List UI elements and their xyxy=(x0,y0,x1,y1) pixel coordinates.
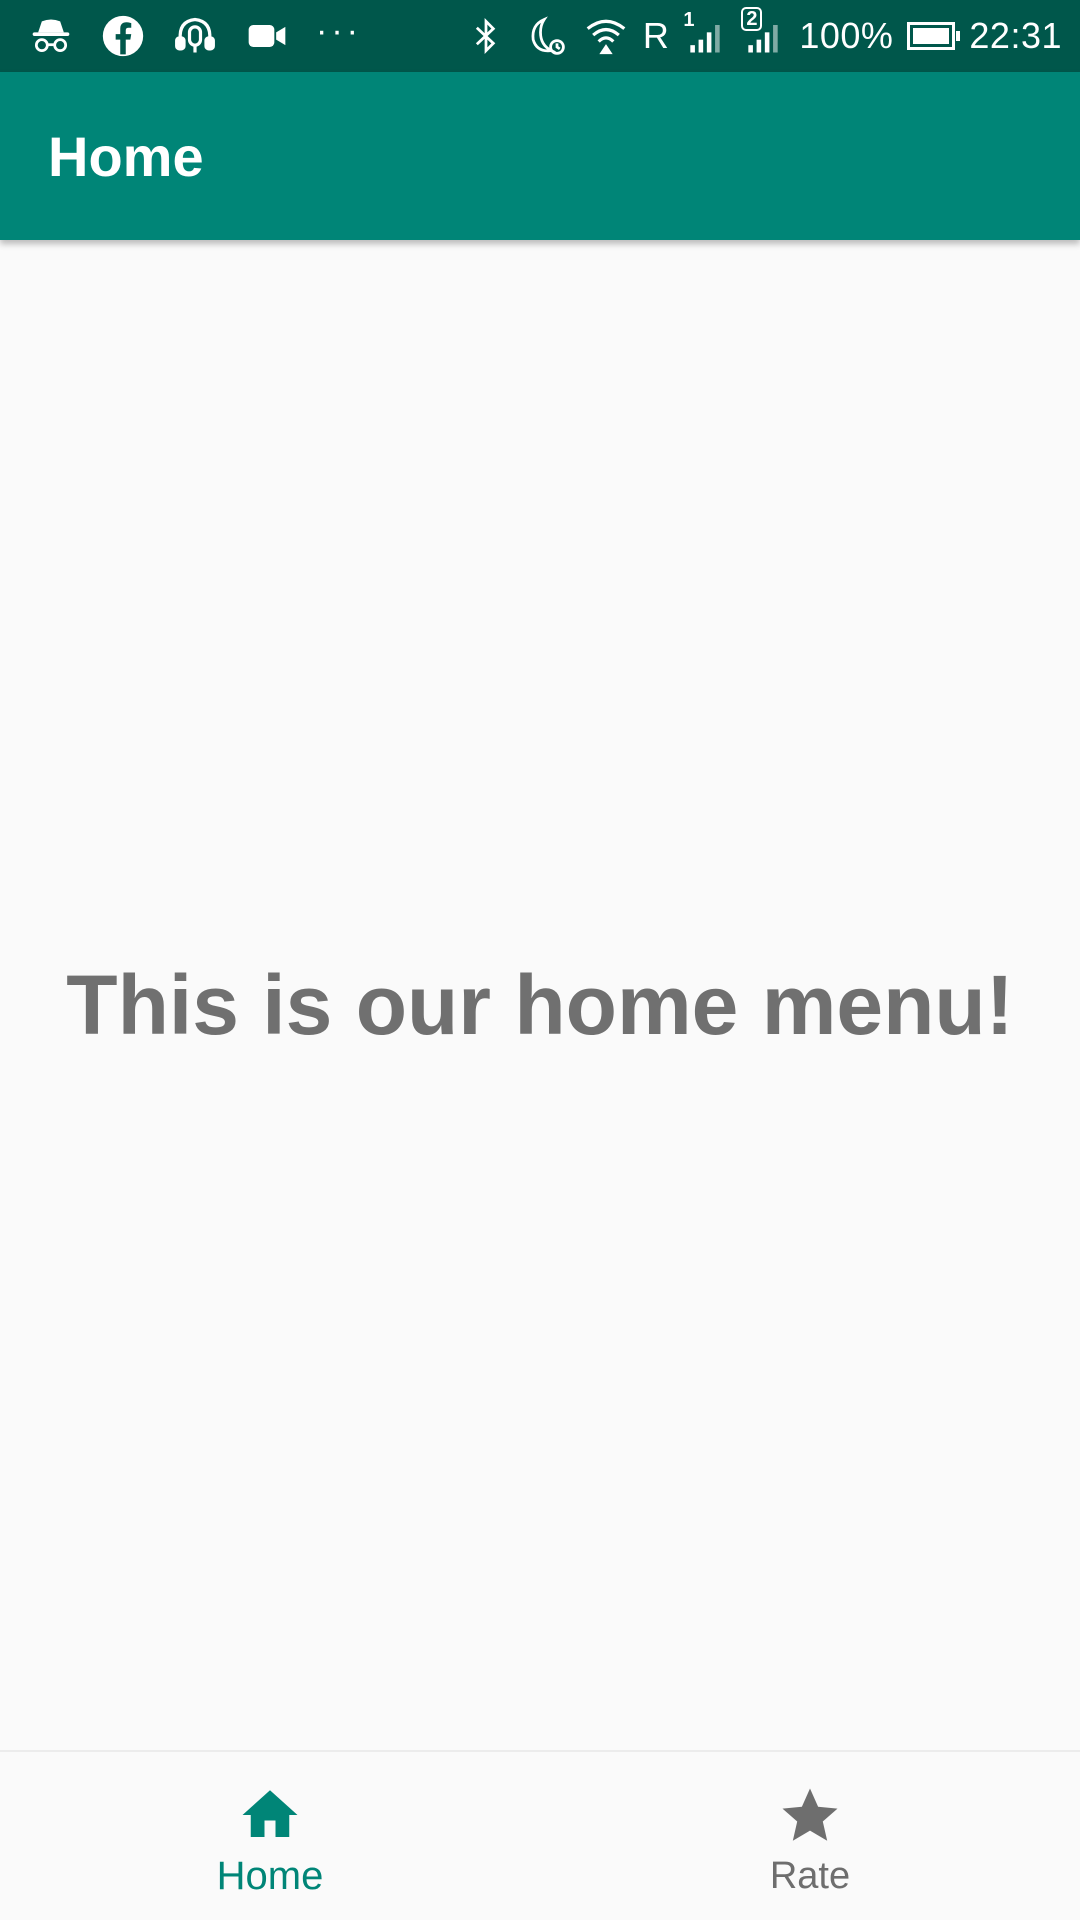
screen: ··· R 1 2 100% 22:31 Home This is our ho… xyxy=(0,0,1080,1920)
wifi-icon xyxy=(583,13,629,59)
sim2-signal-icon: 2 xyxy=(741,7,785,59)
do-not-disturb-alarm-icon xyxy=(523,13,569,59)
main-content: This is our home menu! xyxy=(0,240,1080,1750)
bluetooth-icon xyxy=(463,13,509,59)
nav-label-home: Home xyxy=(216,1853,324,1898)
nav-item-home[interactable]: Home xyxy=(0,1752,540,1920)
video-camera-icon xyxy=(244,13,290,59)
page-title: Home xyxy=(48,124,204,188)
incognito-icon xyxy=(28,13,74,59)
sim1-signal-icon: 1 xyxy=(683,9,727,59)
sim2-label: 2 xyxy=(741,7,763,31)
app-bar: Home xyxy=(0,72,1080,240)
star-icon xyxy=(782,1788,838,1841)
overflow-notifications: ··· xyxy=(316,12,362,50)
clock: 22:31 xyxy=(969,15,1062,56)
battery-percentage: 100% xyxy=(799,15,894,56)
home-message: This is our home menu! xyxy=(66,957,1014,1052)
nav-label-rate: Rate xyxy=(769,1854,851,1897)
sim1-label: 1 xyxy=(683,9,695,31)
bottom-navigation: Home Rate xyxy=(0,1750,1080,1920)
home-icon xyxy=(242,1789,298,1837)
nav-item-rate[interactable]: Rate xyxy=(540,1752,1080,1920)
status-bar: ··· R 1 2 100% 22:31 xyxy=(0,0,1080,72)
battery-level xyxy=(913,28,950,44)
status-bar-left: ··· xyxy=(28,13,362,59)
facebook-icon xyxy=(100,13,146,59)
status-bar-right: R 1 2 100% 22:31 xyxy=(463,7,1062,59)
battery-icon xyxy=(907,22,961,50)
roaming-indicator: R xyxy=(642,15,670,56)
podcast-icon xyxy=(172,13,218,59)
